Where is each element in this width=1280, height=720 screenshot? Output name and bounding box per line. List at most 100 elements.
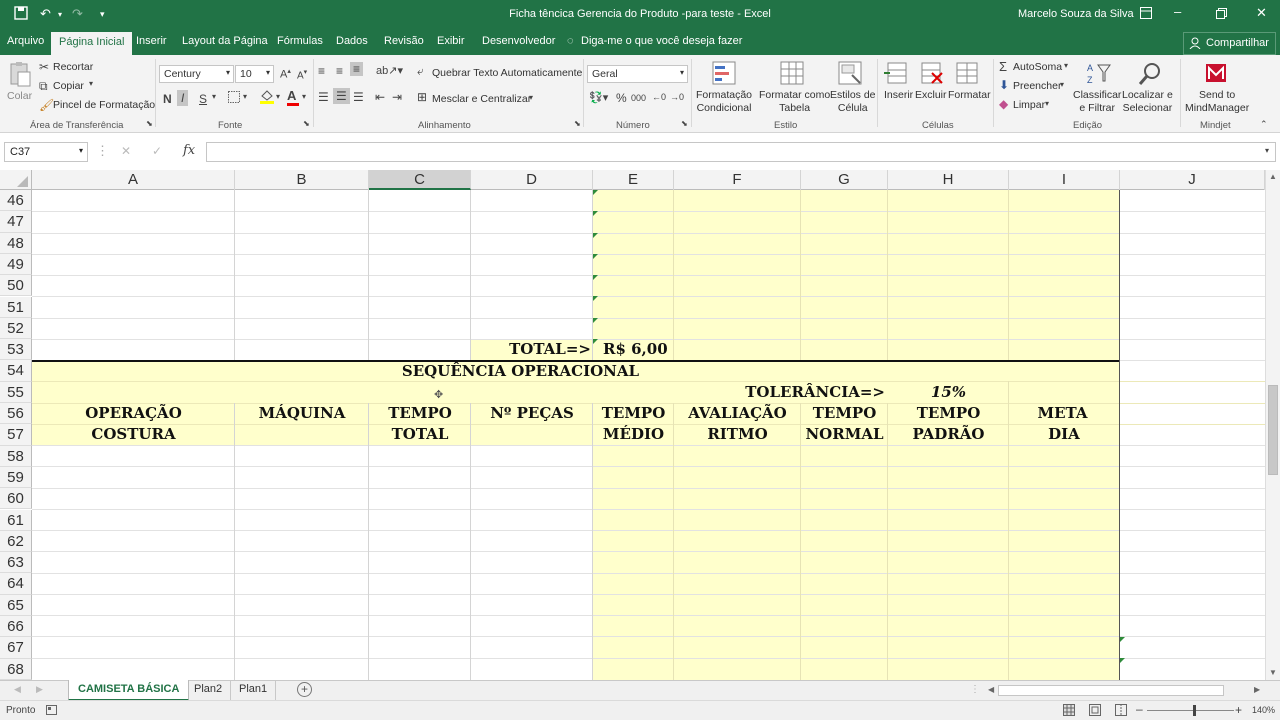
tab-review[interactable]: Revisão <box>384 35 424 47</box>
sheet-tab-plan1[interactable]: Plan1 <box>231 681 277 701</box>
cell-f56[interactable]: AVALIAÇÃO <box>674 403 801 424</box>
autosum-button[interactable]: AutoSoma <box>1013 61 1062 73</box>
zoom-slider-track[interactable] <box>1147 710 1234 711</box>
select-all-corner[interactable] <box>0 170 32 190</box>
merge-center-button[interactable]: Mesclar e Centralizar <box>432 93 531 105</box>
tab-formulas[interactable]: Fórmulas <box>277 35 323 47</box>
ribbon-display-icon[interactable] <box>1140 7 1152 22</box>
underline-button[interactable]: S <box>199 92 207 106</box>
row-header[interactable]: 46 <box>0 190 32 212</box>
decrease-decimal-icon[interactable]: →0 <box>670 92 684 102</box>
column-header-f[interactable]: F <box>674 170 801 190</box>
row-header[interactable]: 68 <box>0 658 32 680</box>
cell-h56[interactable]: TEMPO <box>888 403 1009 424</box>
comma-style-icon[interactable]: 000 <box>631 93 646 103</box>
row-header[interactable]: 53 <box>0 339 32 361</box>
font-size-combo[interactable]: 10 ▾ <box>235 65 274 83</box>
send-to-mindmanager-button[interactable]: Send to MindManager <box>1185 89 1249 115</box>
percent-icon[interactable]: % <box>616 91 627 105</box>
align-right-icon[interactable]: ☰ <box>353 90 364 104</box>
row-header[interactable]: 59 <box>0 466 32 489</box>
next-sheet-icon[interactable]: ▶ <box>36 684 43 695</box>
grow-font-icon[interactable]: A▴ <box>280 67 291 81</box>
cell-b56[interactable]: MÁQUINA <box>235 403 369 424</box>
borders-dropdown-icon[interactable]: ▾ <box>243 92 247 101</box>
row-header[interactable]: 51 <box>0 296 32 318</box>
conditional-formatting-button[interactable]: Formatação Condicional <box>696 89 752 115</box>
column-header-e[interactable]: E <box>593 170 674 190</box>
clipboard-launcher-icon[interactable]: ⬊ <box>146 119 153 128</box>
row-header[interactable]: 49 <box>0 253 32 276</box>
row-header[interactable]: 62 <box>0 530 32 553</box>
column-header-j[interactable]: J <box>1120 170 1265 190</box>
copy-button[interactable]: Copiar <box>53 80 84 92</box>
delete-cells-button[interactable]: Excluir <box>915 89 947 101</box>
column-header-a[interactable]: A <box>32 170 235 190</box>
format-as-table-button[interactable]: Formatar como Tabela <box>759 89 830 115</box>
italic-button[interactable]: I <box>177 90 189 106</box>
row-header[interactable]: 63 <box>0 552 32 574</box>
expand-formula-bar-icon[interactable]: ▾ <box>1265 146 1269 155</box>
align-top-icon[interactable]: ≡ <box>318 64 325 78</box>
cell-a54-merged[interactable]: SEQUÊNCIA OPERACIONAL <box>32 361 1009 382</box>
increase-indent-icon[interactable]: ⇥ <box>392 90 402 104</box>
scroll-right-icon[interactable]: ▶ <box>1254 685 1260 694</box>
font-color-icon[interactable]: A <box>287 88 299 106</box>
font-launcher-icon[interactable]: ⬊ <box>303 119 310 128</box>
add-sheet-icon[interactable]: + <box>297 682 312 697</box>
decrease-indent-icon[interactable]: ⇤ <box>375 90 385 104</box>
vertical-scrollbar[interactable]: ▲ ▼ <box>1265 170 1280 682</box>
cut-button[interactable]: Recortar <box>53 61 93 73</box>
clear-button[interactable]: Limpar <box>1013 99 1045 111</box>
normal-view-icon[interactable] <box>1063 704 1075 719</box>
row-header[interactable]: 64 <box>0 573 32 595</box>
merge-dropdown-icon[interactable]: ▾ <box>529 93 533 102</box>
format-painter-button[interactable]: Pincel de Formatação <box>53 99 155 111</box>
tab-developer[interactable]: Desenvolvedor <box>482 35 555 47</box>
cancel-entry-icon[interactable]: ✕ <box>121 144 131 158</box>
restore-icon[interactable] <box>1216 7 1227 22</box>
column-header-c[interactable]: C <box>369 170 471 190</box>
vertical-scroll-thumb[interactable] <box>1268 385 1278 475</box>
tab-split-handle-icon[interactable]: ⋮ <box>970 684 980 695</box>
row-header[interactable]: 47 <box>0 211 32 233</box>
paste-icon[interactable] <box>8 61 32 87</box>
shrink-font-icon[interactable]: A▾ <box>297 68 307 81</box>
column-header-d[interactable]: D <box>471 170 593 190</box>
fill-button[interactable]: Preencher <box>1013 80 1061 92</box>
align-center-icon[interactable]: ☰ <box>333 88 350 104</box>
cell-g55[interactable]: TOLERÂNCIA=> <box>720 382 887 403</box>
number-format-combo[interactable]: Geral ▾ <box>587 65 688 83</box>
wrap-text-button[interactable]: Quebrar Texto Automaticamente <box>432 67 582 79</box>
row-header[interactable]: 50 <box>0 275 32 297</box>
zoom-slider-thumb[interactable] <box>1193 705 1196 716</box>
fill-color-icon[interactable] <box>260 88 274 107</box>
cell-a57[interactable]: COSTURA <box>32 424 235 445</box>
tab-page-layout[interactable]: Layout da Página <box>182 35 268 47</box>
row-header[interactable]: 55 <box>0 381 32 403</box>
column-header-b[interactable]: B <box>235 170 369 190</box>
formula-input[interactable] <box>206 142 1276 162</box>
row-header[interactable]: 66 <box>0 616 32 638</box>
fill-dropdown-icon[interactable]: ▾ <box>1060 80 1064 89</box>
font-name-combo[interactable]: Century ▾ <box>159 65 234 83</box>
tab-home[interactable]: Página Inicial <box>51 32 133 55</box>
scroll-down-icon[interactable]: ▼ <box>1269 668 1277 677</box>
cell-f57[interactable]: RITMO <box>674 424 801 445</box>
column-header-g[interactable]: G <box>801 170 888 190</box>
fill-color-dropdown-icon[interactable]: ▾ <box>276 92 280 101</box>
copy-dropdown-icon[interactable]: ▾ <box>89 79 93 88</box>
cell-styles-button[interactable]: Estilos de Célula <box>830 89 876 115</box>
underline-dropdown-icon[interactable]: ▾ <box>212 92 216 101</box>
row-header[interactable]: 52 <box>0 317 32 340</box>
column-header-i[interactable]: I <box>1009 170 1120 190</box>
cell-e56[interactable]: TEMPO <box>593 403 674 424</box>
row-header[interactable]: 58 <box>0 445 32 467</box>
insert-function-icon[interactable]: fx <box>183 143 195 158</box>
cell-d53[interactable]: TOTAL=> <box>471 339 593 360</box>
row-header[interactable]: 48 <box>0 232 32 254</box>
tab-view[interactable]: Exibir <box>437 35 465 47</box>
tab-data[interactable]: Dados <box>336 35 368 47</box>
sheet-tab-plan2[interactable]: Plan2 <box>186 681 232 701</box>
format-cells-button[interactable]: Formatar <box>948 89 991 101</box>
